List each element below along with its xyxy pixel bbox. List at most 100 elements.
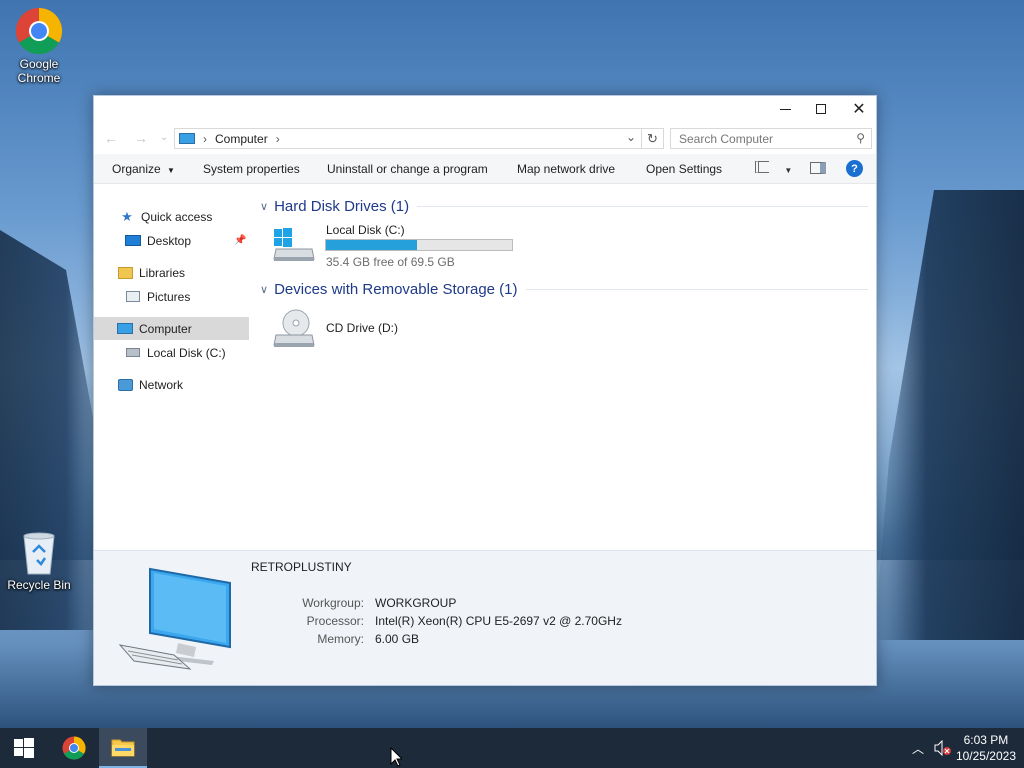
drive-local-disk-c[interactable]: Local Disk (C:) 35.4 GB free of 69.5 GB [272,223,532,271]
nav-label: Libraries [139,265,186,280]
pictures-icon [124,289,142,305]
show-hidden-icons-button[interactable]: ︿ [912,728,924,768]
nav-network[interactable]: Network [94,373,249,396]
desktop-icon-chrome[interactable]: Google Chrome [1,7,77,85]
drive-icon [124,345,142,361]
nav-local-disk[interactable]: Local Disk (C:) [94,341,249,364]
start-button[interactable] [0,728,48,768]
file-explorer-window: ✕ ← → ⌄ › Computer › ⌄ ↻ Search Computer… [93,95,877,686]
taskbar: ︿ 6:03 PM 10/25/2023 [0,728,1024,768]
breadcrumb-computer[interactable]: Computer [215,132,268,146]
taskbar-chrome-button[interactable] [50,728,98,768]
minimize-icon [779,108,791,110]
maximize-icon [816,104,826,114]
workgroup-row: Workgroup: WORKGROUP [94,596,854,612]
address-dropdown-icon[interactable]: ⌄ [626,130,636,144]
organize-label: Organize [112,162,161,176]
network-icon [116,377,134,393]
desktop-icon-label: Recycle Bin [7,578,71,592]
drive-usage-bar [325,239,513,251]
trees-right [874,190,1024,640]
memory-value: 6.00 GB [375,632,420,646]
breadcrumb-separator-icon: › [275,131,280,146]
nav-libraries[interactable]: Libraries [94,261,249,284]
organize-button[interactable]: Organize ▼ [112,162,175,176]
back-arrow-icon[interactable]: ← [104,130,118,146]
windows-drive-icon [272,227,316,263]
minimize-button[interactable] [766,96,804,122]
address-row: ← → ⌄ › Computer › ⌄ ↻ Search Computer ⚲ [94,122,876,154]
group-hard-disk-drives[interactable]: ∨ Hard Disk Drives (1) [260,195,868,217]
drive-name: CD Drive (D:) [326,321,398,335]
nav-quick-access[interactable]: ★ Quick access [94,205,249,228]
command-bar: Organize ▼ System properties Uninstall o… [94,154,876,184]
volume-button[interactable] [934,728,952,768]
breadcrumb-separator-icon: › [203,131,207,146]
nav-label: Local Disk (C:) [147,345,226,360]
recent-locations-icon[interactable]: ⌄ [160,132,168,143]
desktop-icon-label: Chrome [17,71,61,85]
group-removable-storage[interactable]: ∨ Devices with Removable Storage (1) [260,278,868,300]
preview-pane-icon [810,162,826,174]
star-icon: ★ [121,208,133,224]
computer-icon [179,133,195,144]
group-divider [525,288,868,290]
windows-logo-icon [14,738,34,758]
help-button[interactable]: ? [846,160,863,177]
nav-pictures[interactable]: Pictures [94,285,249,308]
maximize-button[interactable] [802,96,840,122]
processor-value: Intel(R) Xeon(R) CPU E5-2697 v2 @ 2.70GH… [375,614,622,628]
map-network-drive-button[interactable]: Map network drive [517,162,615,176]
refresh-icon: ↻ [647,130,658,146]
dropdown-arrow-icon: ▼ [167,166,175,175]
chrome-icon [15,7,63,55]
drive-name: Local Disk (C:) [326,223,405,237]
nav-label: Network [139,377,184,392]
chrome-icon [62,736,86,760]
libraries-icon [116,265,134,281]
desktop-icon-recycle-bin[interactable]: Recycle Bin [1,528,77,592]
mouse-cursor-icon [390,746,404,768]
folder-icon [111,739,135,757]
memory-label: Memory: [317,632,364,646]
pin-icon[interactable]: 📌 [234,235,246,246]
chevron-up-icon: ︿ [912,741,925,756]
chevron-down-icon: ∨ [260,200,269,213]
nav-desktop[interactable]: Desktop 📌 [94,229,249,252]
computer-name: RETROPLUSTINY [251,560,352,574]
close-button[interactable]: ✕ [840,96,878,122]
address-bar[interactable]: › Computer › ⌄ [174,128,642,149]
memory-row: Memory: 6.00 GB [94,632,854,648]
clock[interactable]: 6:03 PM 10/25/2023 [956,732,1016,764]
search-input[interactable]: Search Computer [679,132,773,146]
details-pane: RETROPLUSTINY Workgroup: WORKGROUP Proce… [94,550,876,685]
taskbar-file-explorer-button[interactable] [99,728,147,768]
nav-computer[interactable]: Computer [94,317,249,340]
close-icon: ✕ [852,101,866,118]
preview-pane-button[interactable] [810,162,826,177]
open-settings-button[interactable]: Open Settings [646,162,722,176]
computer-icon [116,321,134,337]
drive-cd-d[interactable]: CD Drive (D:) [272,307,472,351]
forward-arrow-icon[interactable]: → [134,130,148,146]
processor-row: Processor: Intel(R) Xeon(R) CPU E5-2697 … [94,614,854,630]
cd-drive-icon [272,309,316,349]
nav-label: Quick access [141,209,213,224]
search-box[interactable]: Search Computer ⚲ [670,128,872,149]
group-divider [417,205,868,207]
group-title: Hard Disk Drives (1) [274,197,410,215]
system-properties-button[interactable]: System properties [203,162,300,176]
desktop-folder-icon [124,233,142,249]
nav-label: Pictures [147,289,191,304]
dropdown-arrow-icon: ▼ [784,166,793,175]
uninstall-program-button[interactable]: Uninstall or change a program [327,162,488,176]
view-options-icon [755,161,769,173]
drive-free-space: 35.4 GB free of 69.5 GB [326,255,455,269]
clock-time: 6:03 PM [963,733,1009,747]
speaker-muted-icon [934,740,951,756]
recycle-bin-icon [15,528,63,576]
nav-label: Desktop [147,233,192,248]
title-bar[interactable]: ✕ [94,96,876,122]
change-view-button[interactable]: ▼ [755,161,792,176]
refresh-button[interactable]: ↻ [642,128,664,149]
